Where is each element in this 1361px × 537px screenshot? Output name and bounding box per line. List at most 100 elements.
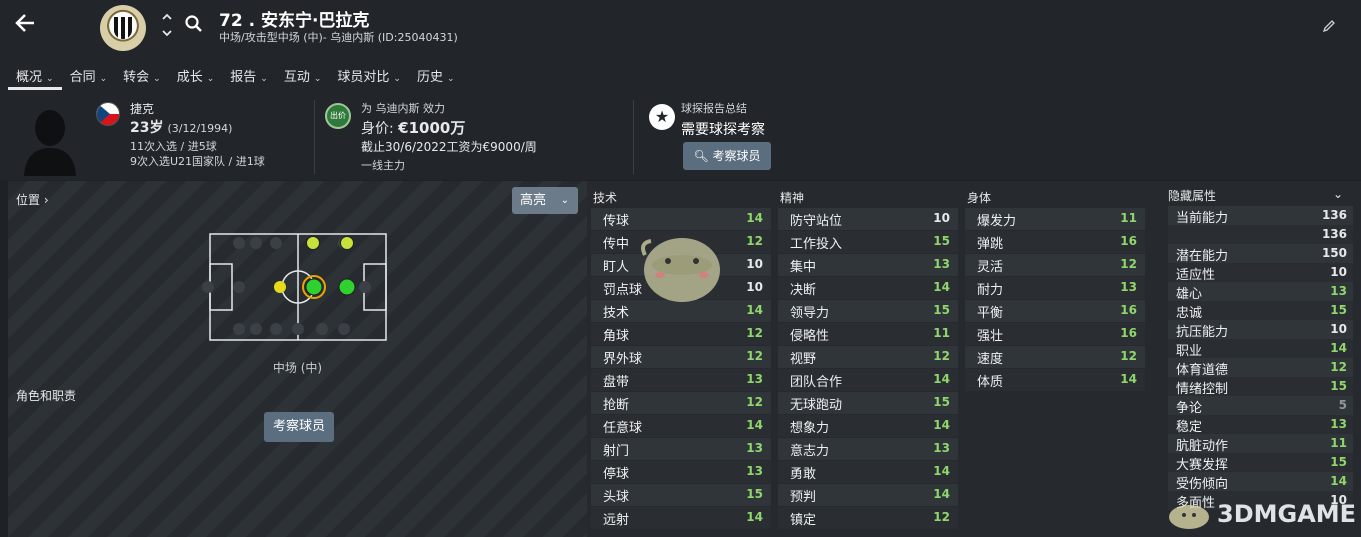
tab-bar: 概况 ⌄ 合同 ⌄ 转会 ⌄ 成长 ⌄ 报告 ⌄ 互动 ⌄ 球员对比 ⌄ 历史 ⌄ <box>8 62 463 90</box>
physical-attribute-row[interactable]: 灵活 12 <box>965 254 1145 276</box>
attribute-name: 速度 <box>977 352 1004 367</box>
technical-attribute-row[interactable]: 射门 13 <box>591 438 771 460</box>
attribute-value: 136 <box>1321 208 1347 222</box>
physical-attribute-row[interactable]: 耐力 13 <box>965 277 1145 299</box>
player-nav-updown-icon[interactable] <box>160 12 174 41</box>
attribute-name: 停球 <box>603 467 630 482</box>
squad-role: 一线主力 <box>361 159 405 172</box>
hidden-attribute-row[interactable]: 雄心 13 <box>1168 282 1353 302</box>
attribute-value: 12 <box>746 326 763 340</box>
attribute-value: 10 <box>1330 322 1347 336</box>
divider <box>633 100 634 174</box>
mental-attribute-row[interactable]: 想象力 14 <box>778 415 958 437</box>
attribute-name: 意志力 <box>790 444 830 459</box>
technical-attribute-row[interactable]: 远射 14 <box>591 507 771 529</box>
attribute-value: 15 <box>1330 379 1347 393</box>
mental-attribute-row[interactable]: 视野 12 <box>778 346 958 368</box>
bid-badge-icon[interactable]: 出价 <box>325 103 351 129</box>
search-icon: 🔍︎ <box>693 149 709 163</box>
mental-attribute-row[interactable]: 侵略性 11 <box>778 323 958 345</box>
tab-interaction[interactable]: 互动 ⌄ <box>276 62 330 90</box>
technical-attribute-row[interactable]: 盘带 13 <box>591 369 771 391</box>
technical-attribute-row[interactable]: 头球 15 <box>591 484 771 506</box>
hidden-attribute-row[interactable]: 稳定 13 <box>1168 415 1353 435</box>
scout-player-button-secondary[interactable]: 考察球员 <box>264 412 334 442</box>
position-panel: 位置 › 高亮 ⌄ 中场 (中) 角色和职责 考察球员 <box>8 181 587 537</box>
tab-contract[interactable]: 合同 ⌄ <box>62 62 116 90</box>
attribute-name: 当前能力 <box>1176 211 1229 226</box>
hidden-attribute-row[interactable]: 大赛发挥 15 <box>1168 453 1353 473</box>
technical-attribute-row[interactable]: 抢断 12 <box>591 392 771 414</box>
divider <box>314 100 315 174</box>
hidden-attribute-row[interactable]: 受伤倾向 14 <box>1168 472 1353 492</box>
attribute-name: 传中 <box>603 237 630 252</box>
attribute-value: 11 <box>1120 211 1137 225</box>
attribute-value: 14 <box>933 487 950 501</box>
mental-attribute-row[interactable]: 领导力 15 <box>778 300 958 322</box>
hidden-attribute-row[interactable]: 职业 14 <box>1168 339 1353 359</box>
attribute-name: 防守站位 <box>790 214 843 229</box>
highlight-dropdown[interactable]: 高亮 ⌄ <box>512 187 578 214</box>
tab-compare[interactable]: 球员对比 ⌄ <box>329 62 409 90</box>
chevron-down-icon[interactable]: ⌄ <box>1333 187 1343 201</box>
physical-attribute-row[interactable]: 速度 12 <box>965 346 1145 368</box>
hidden-attribute-row[interactable]: 潜在能力 150 <box>1168 244 1353 264</box>
tab-overview[interactable]: 概况 ⌄ <box>8 62 62 90</box>
attribute-name: 界外球 <box>603 352 643 367</box>
attribute-value: 12 <box>1120 349 1137 363</box>
hidden-attribute-row[interactable]: 抗压能力 10 <box>1168 320 1353 340</box>
hidden-attribute-row[interactable]: 情绪控制 15 <box>1168 377 1353 397</box>
physical-attribute-row[interactable]: 体质 14 <box>965 369 1145 391</box>
attribute-value: 16 <box>1120 303 1137 317</box>
hidden-attribute-row[interactable]: 136 <box>1168 225 1353 244</box>
mental-attribute-row[interactable]: 意志力 13 <box>778 438 958 460</box>
tab-history[interactable]: 历史 ⌄ <box>409 62 463 90</box>
back-arrow-icon[interactable] <box>14 12 44 40</box>
physical-attribute-row[interactable]: 平衡 16 <box>965 300 1145 322</box>
mental-attribute-row[interactable]: 镇定 12 <box>778 507 958 529</box>
hidden-attribute-row[interactable]: 忠诚 15 <box>1168 301 1353 321</box>
contract-wage: 截止30/6/2022工资为€9000/周 <box>361 140 537 154</box>
date-of-birth: (3/12/1994) <box>167 122 233 135</box>
technical-attribute-row[interactable]: 界外球 12 <box>591 346 771 368</box>
technical-attribute-row[interactable]: 停球 13 <box>591 461 771 483</box>
mental-attribute-row[interactable]: 团队合作 14 <box>778 369 958 391</box>
attribute-name: 盯人 <box>603 260 630 275</box>
chevron-down-icon: ⌄ <box>46 74 54 84</box>
attribute-name: 争论 <box>1176 401 1203 416</box>
player-title: 72 . 安东宁·巴拉克 <box>219 11 370 31</box>
physical-attribute-row[interactable]: 弹跳 16 <box>965 231 1145 253</box>
tab-development[interactable]: 成长 ⌄ <box>169 62 223 90</box>
position-name: 中场 (中) <box>272 361 323 375</box>
tab-reports[interactable]: 报告 ⌄ <box>222 62 276 90</box>
mental-attribute-row[interactable]: 决断 14 <box>778 277 958 299</box>
hidden-attribute-row[interactable]: 当前能力 136 <box>1168 206 1353 226</box>
attribute-value: 12 <box>933 349 950 363</box>
search-icon[interactable] <box>184 14 206 36</box>
mental-attribute-row[interactable]: 无球跑动 15 <box>778 392 958 414</box>
mental-attribute-row[interactable]: 防守站位 10 <box>778 208 958 230</box>
mental-attribute-row[interactable]: 勇敢 14 <box>778 461 958 483</box>
technical-attribute-row[interactable]: 任意球 14 <box>591 415 771 437</box>
hidden-attribute-row[interactable]: 体育道德 12 <box>1168 358 1353 378</box>
mental-attribute-row[interactable]: 预判 14 <box>778 484 958 506</box>
attribute-name: 体质 <box>977 375 1004 390</box>
hidden-attribute-row[interactable]: 争论 5 <box>1168 396 1353 416</box>
tab-transfer[interactable]: 转会 ⌄ <box>115 62 169 90</box>
attribute-value: 14 <box>746 303 763 317</box>
mental-attribute-row[interactable]: 集中 13 <box>778 254 958 276</box>
attribute-name: 适应性 <box>1176 268 1216 283</box>
hidden-attribute-row[interactable]: 肮脏动作 11 <box>1168 434 1353 454</box>
physical-attribute-row[interactable]: 强壮 16 <box>965 323 1145 345</box>
attribute-name: 灵活 <box>977 260 1004 275</box>
attribute-name: 团队合作 <box>790 375 843 390</box>
technical-attribute-row[interactable]: 角球 12 <box>591 323 771 345</box>
physical-attribute-row[interactable]: 爆发力 11 <box>965 208 1145 230</box>
club-crest-icon[interactable] <box>100 5 146 51</box>
position-label[interactable]: 位置 › <box>16 191 49 208</box>
mental-attribute-row[interactable]: 工作投入 15 <box>778 231 958 253</box>
player-header: 72 . 安东宁·巴拉克 中场/攻击型中场 (中)- 乌迪内斯 (ID:2504… <box>0 0 1361 180</box>
hidden-attribute-row[interactable]: 适应性 10 <box>1168 263 1353 283</box>
edit-pencil-icon[interactable] <box>1322 18 1338 34</box>
scout-player-button[interactable]: 🔍︎ 考察球员 <box>683 142 771 170</box>
